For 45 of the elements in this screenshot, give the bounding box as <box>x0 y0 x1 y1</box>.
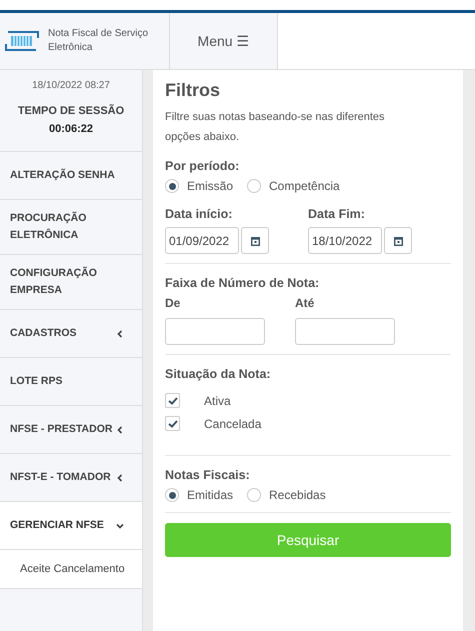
sidebar-item[interactable]: PROCURAÇÃO ELETRÔNICA <box>0 200 142 255</box>
chevron-left-icon <box>116 330 124 338</box>
session-label: TEMPO DE SESSÃO <box>16 105 126 117</box>
field-label: De <box>165 296 182 310</box>
checkbox-label: Ativa <box>204 394 231 408</box>
session-time: 00:06:22 <box>48 123 94 135</box>
sidebar-item[interactable]: LOTE RPS <box>0 358 142 406</box>
menu-button[interactable]: Menu ☰ <box>170 13 278 69</box>
checkbox-label: Cancelada <box>204 416 262 430</box>
notes-label: Notas Fiscais: <box>165 468 251 482</box>
status-label: Situação da Nota: <box>165 367 272 381</box>
date-label: Data início: <box>165 207 234 221</box>
sidebar-item[interactable]: CONFIGURAÇÃO EMPRESA <box>0 255 142 310</box>
calendar-icon <box>250 236 260 246</box>
number-range-label: Faixa de Número de Nota: <box>165 276 320 290</box>
sidebar-item[interactable]: GERENCIAR NFSE <box>0 502 142 550</box>
checkmark-icon <box>168 420 178 428</box>
chevron-down-icon <box>116 522 124 530</box>
calendar-button[interactable] <box>241 227 269 254</box>
checkmark-icon <box>168 396 178 404</box>
date-field[interactable]: 18/10/2022 <box>308 227 382 254</box>
period-radio[interactable]: Emissão <box>165 179 234 193</box>
filters-description: Filtre suas notas baseando-se nas diferentes opções abaixo. <box>165 110 386 145</box>
checkbox[interactable] <box>165 416 180 431</box>
chevron-left-icon <box>116 474 124 482</box>
notes-radio[interactable]: Recebidas <box>247 488 326 502</box>
date-field[interactable]: 01/09/2022 <box>165 227 239 254</box>
last-access-date: 18/10/2022 08:27 <box>31 80 111 91</box>
field-label: Até <box>295 296 316 310</box>
calendar-icon <box>394 236 402 246</box>
sidebar-subitem[interactable]: Aceite Cancelamento <box>0 550 142 589</box>
chevron-left-icon <box>116 426 124 434</box>
checkbox[interactable] <box>165 393 180 408</box>
number-field[interactable] <box>165 318 265 345</box>
calendar-button[interactable] <box>384 227 412 254</box>
date-label: Data Fim: <box>308 207 366 221</box>
period-label: Por período: <box>165 159 240 173</box>
period-radio[interactable]: Competência <box>247 179 340 193</box>
notes-radio[interactable]: Emitidas <box>165 488 234 502</box>
sidebar-item[interactable]: NFSE - PRESTADOR <box>0 406 142 454</box>
number-field[interactable] <box>295 318 395 345</box>
app-title: Nota Fiscal de Serviço Eletrônica <box>48 27 150 55</box>
sidebar-item[interactable]: ALTERAÇÃO SENHA <box>0 152 142 200</box>
filters-title: Filtros <box>165 80 222 101</box>
sidebar-item[interactable]: CADASTROS <box>0 310 142 358</box>
